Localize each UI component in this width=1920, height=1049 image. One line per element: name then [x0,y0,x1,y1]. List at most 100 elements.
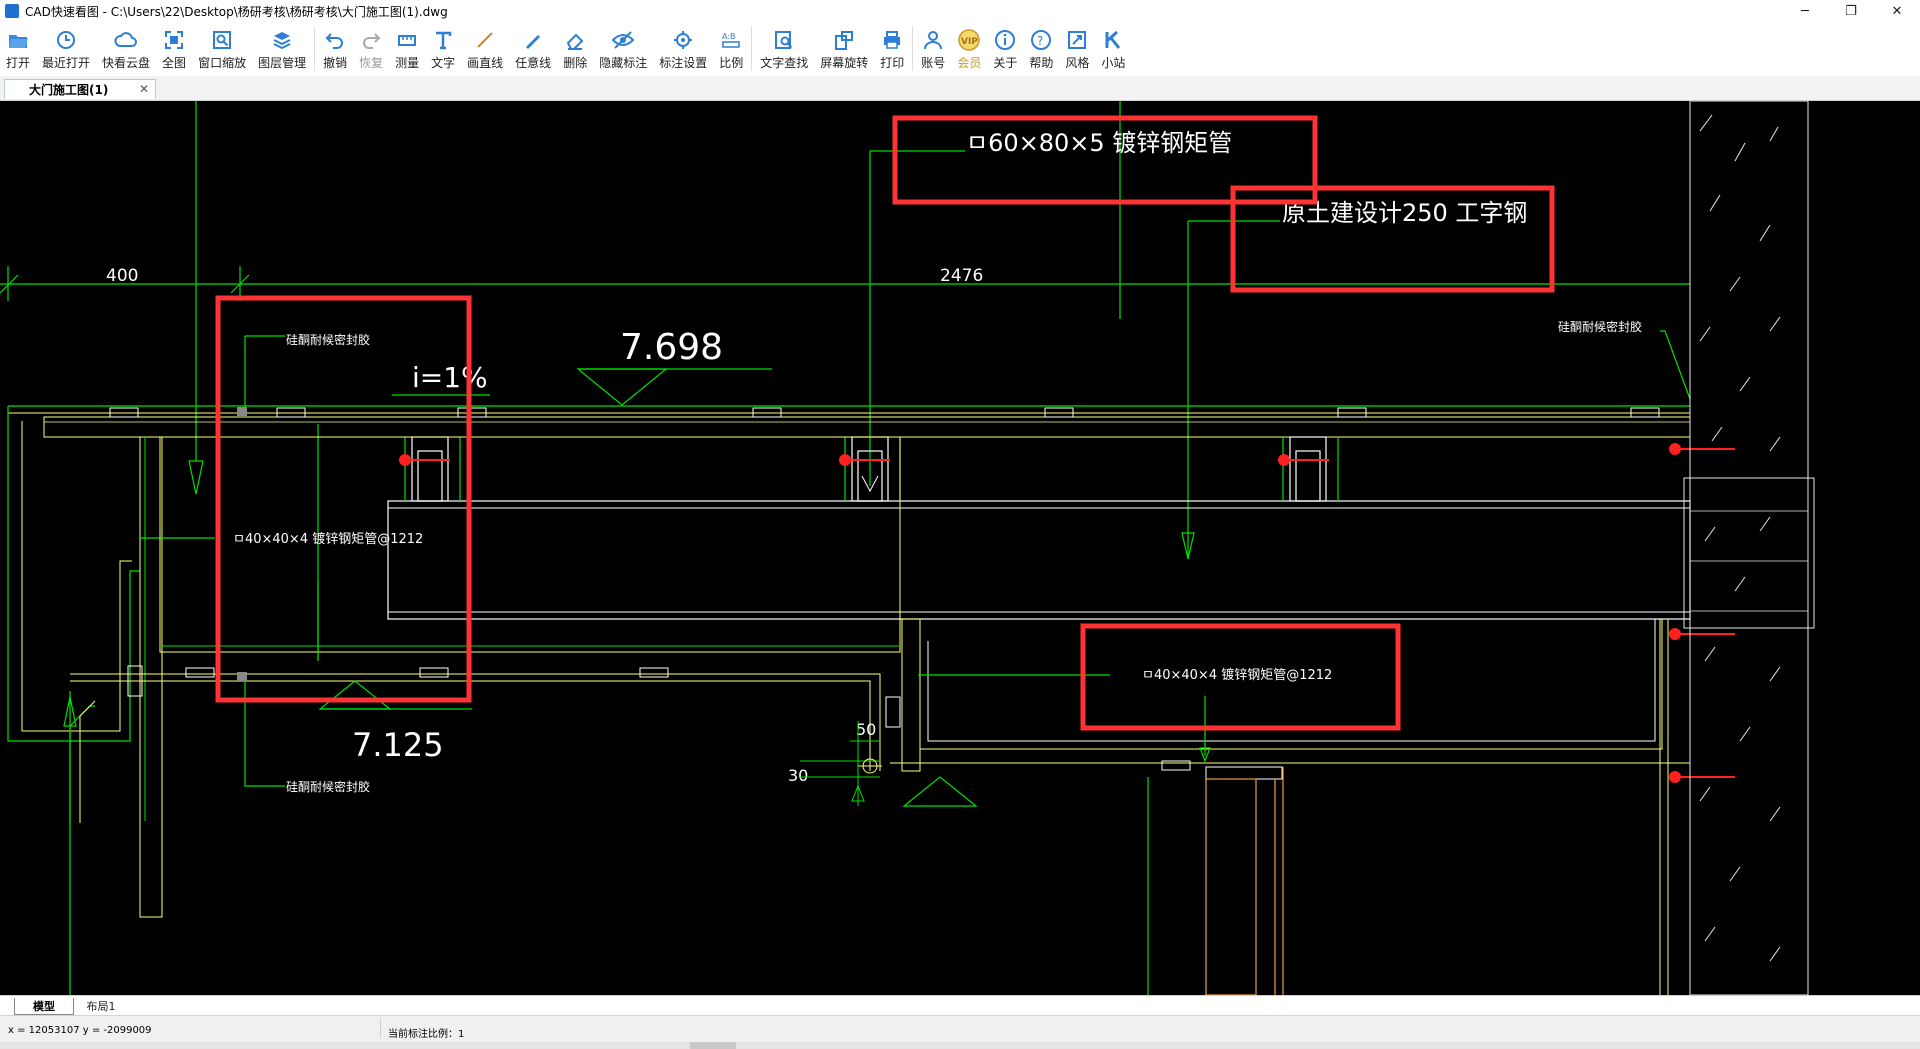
rotate-screen-button[interactable]: 屏幕旋转 [814,22,874,76]
rotate-screen-label: 屏幕旋转 [820,56,869,70]
redo-icon [359,28,383,52]
print-label: 打印 [880,56,905,70]
open-button[interactable]: 打开 [0,22,36,76]
find-text-icon [772,28,796,52]
annotation-settings-button[interactable]: 标注设置 [653,22,713,76]
drawing-canvas[interactable]: 400 2476 ㅁ60×80×5 镀锌钢矩管 原土建设计250 工字钢 7.6… [0,101,1920,995]
dim-400: 400 [106,266,138,286]
window-zoom-label: 窗口缩放 [198,56,247,70]
clock-icon [54,28,78,52]
print-button[interactable]: 打印 [874,22,910,76]
recent-button[interactable]: 最近打开 [36,22,96,76]
sheet-tab-bar: 模型 布局1 [0,995,1920,1016]
pen-icon [521,28,545,52]
freeline-button[interactable]: 任意线 [509,22,557,76]
toolbar-separator [912,27,914,71]
label-tube-top: ㅁ60×80×5 镀锌钢矩管 [966,129,1232,157]
hide-annotations-label: 隐藏标注 [599,56,648,70]
cloud-button[interactable]: 快看云盘 [96,22,156,76]
svg-text:VIP: VIP [961,37,978,47]
find-text-button[interactable]: 文字查找 [754,22,814,76]
line-label: 画直线 [467,56,504,70]
dim-2476: 2476 [940,266,983,286]
svg-text:?: ? [1037,34,1043,48]
help-icon: ? [1029,28,1053,52]
cloud-label: 快看云盘 [102,56,151,70]
sheet-tab-model[interactable]: 模型 [14,998,74,1015]
eraser-icon [563,28,587,52]
title-bar: CAD快速看图 - C:\Users\22\Desktop\杨研考核\杨研考核\… [0,0,1920,22]
printer-icon [880,28,904,52]
site-button[interactable]: 小站 [1095,22,1131,76]
layers-button[interactable]: 图层管理 [252,22,312,76]
window-zoom-icon [210,28,234,52]
style-button[interactable]: 风格 [1059,22,1095,76]
label-tube-left: ㅁ40×40×4 镀锌钢矩管@1212 [233,531,423,547]
fullview-label: 全图 [162,56,187,70]
help-label: 帮助 [1029,56,1054,70]
measure-label: 测量 [395,56,420,70]
label-plate-1: 硅酮耐候密封胶 [286,332,370,347]
document-tab[interactable]: 大门施工图(1) ✕ [4,79,156,99]
window-title: CAD快速看图 - C:\Users\22\Desktop\杨研考核\杨研考核\… [25,4,448,19]
close-tab-icon[interactable]: ✕ [139,82,149,96]
k-logo-icon [1101,28,1125,52]
label-tube-bottom: ㅁ40×40×4 镀锌钢矩管@1212 [1142,667,1332,683]
annotation-settings-label: 标注设置 [659,56,708,70]
undo-icon [323,28,347,52]
label-steel: 原土建设计250 工字钢 [1282,199,1527,227]
folder-open-icon [6,28,30,52]
text-button[interactable]: 文字 [425,22,461,76]
status-divider [380,1018,381,1038]
label-plate-2: 硅酮耐候密封胶 [1558,319,1642,334]
fullview-button[interactable]: 全图 [156,22,192,76]
vip-button[interactable]: VIP 会员 [951,22,987,76]
undo-label: 撤销 [323,56,348,70]
account-button[interactable]: 账号 [915,22,951,76]
info-icon [993,28,1017,52]
annotation-scale: 当前标注比例：1 [388,1029,465,1040]
cad-drawing: 400 2476 ㅁ60×80×5 镀锌钢矩管 原土建设计250 工字钢 7.6… [0,101,1815,995]
document-tab-strip: 大门施工图(1) ✕ [0,76,1920,101]
toolbar: 打开 最近打开 快看云盘 全图 窗口缩放 图层管理 撤销 恢复 测量 文字 画直… [0,22,1920,76]
toolbar-separator [751,27,753,71]
hide-annotations-button[interactable]: 隐藏标注 [593,22,653,76]
eye-icon [611,28,635,52]
slope-label: i=1% [412,361,488,394]
layers-icon [270,28,294,52]
dim-30: 30 [788,766,808,785]
sheet-tab-layout[interactable]: 布局1 [72,998,130,1014]
redo-button[interactable]: 恢复 [353,22,389,76]
undo-button[interactable]: 撤销 [317,22,353,76]
elevation-top: 7.698 [620,327,723,368]
scale-icon: A:B [719,28,743,52]
delete-button[interactable]: 删除 [557,22,593,76]
settings-icon [671,28,695,52]
status-bar: x = 12053107 y = -2099009 当前标注比例：1 [0,1015,1920,1049]
line-icon [473,28,497,52]
document-tab-label: 大门施工图(1) [29,83,109,97]
site-label: 小站 [1101,56,1126,70]
line-button[interactable]: 画直线 [461,22,509,76]
user-icon [921,28,945,52]
about-button[interactable]: 关于 [987,22,1023,76]
help-button[interactable]: ? 帮助 [1023,22,1059,76]
close-window-button[interactable]: ✕ [1874,0,1920,22]
vip-icon: VIP [957,28,981,52]
fullview-icon [162,28,186,52]
minimize-button[interactable]: ─ [1782,0,1828,22]
scale-button[interactable]: A:B 比例 [713,22,749,76]
measure-button[interactable]: 测量 [389,22,425,76]
label-plate-3: 硅酮耐候密封胶 [286,779,370,794]
ruler-icon [395,28,419,52]
open-label: 打开 [6,56,31,70]
svg-text:A:B: A:B [722,32,736,41]
about-label: 关于 [993,56,1018,70]
cloud-icon [114,28,138,52]
maximize-button[interactable]: ❐ [1828,0,1874,22]
highlight-box-3 [215,295,472,703]
style-icon [1065,28,1089,52]
delete-label: 删除 [563,56,588,70]
window-zoom-button[interactable]: 窗口缩放 [192,22,252,76]
coordinate-readout: x = 12053107 y = -2099009 [8,1025,152,1036]
